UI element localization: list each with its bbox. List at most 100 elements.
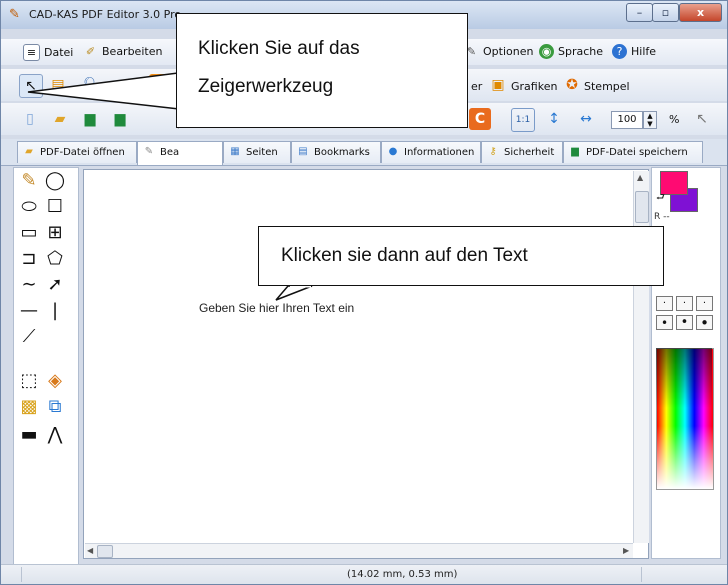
spectrum-shade	[656, 348, 712, 408]
tab-sicherheit[interactable]: ⚷ Sicherheit	[481, 141, 563, 163]
curve-tool[interactable]: ∼	[18, 274, 40, 296]
vline-tool[interactable]: |	[44, 300, 66, 322]
pencil-icon: ✎	[21, 170, 37, 191]
cursor-button[interactable]: ↖	[691, 108, 713, 130]
diagonal-line-icon: ⟋	[22, 326, 36, 347]
refresh-icon: C	[474, 111, 486, 127]
page-icon: ▤	[51, 77, 65, 93]
vertical-scroll-thumb[interactable]	[635, 191, 649, 223]
stempel-button-icon[interactable]: ✪	[561, 74, 583, 96]
menu-optionen-label: Optionen	[483, 45, 534, 58]
close-button[interactable]: x	[679, 3, 722, 22]
pattern-icon: ▩	[20, 396, 38, 417]
ordner-label[interactable]: er	[471, 80, 482, 93]
instruction-callout-2: Klicken sie dann auf den Text	[258, 226, 664, 286]
dot-size-5[interactable]: •	[676, 315, 693, 330]
instruction-callout-1: Klicken Sie auf das Zeigerwerkzeug	[176, 13, 468, 128]
maximize-button[interactable]: ▫	[652, 3, 679, 22]
ellipse-icon: ⬭	[21, 196, 37, 217]
polygon-icon: ⬠	[47, 248, 63, 269]
ellipse-tool[interactable]: ⬭	[18, 196, 40, 218]
zoom-input[interactable]: 100	[611, 111, 643, 129]
pencil-tool[interactable]: ✎	[18, 170, 40, 192]
tab-informationen[interactable]: ● Informationen	[381, 141, 481, 163]
scroll-up-icon[interactable]: ▲	[637, 173, 643, 182]
status-divider	[641, 567, 642, 582]
angle-tool[interactable]: ⋀	[44, 424, 66, 446]
rounded-rect-tool[interactable]: ▭	[18, 222, 40, 244]
dot-size-1[interactable]: ·	[656, 296, 673, 311]
menu-hilfe[interactable]: ? Hilfe	[612, 44, 656, 60]
minimize-button[interactable]: –	[626, 3, 653, 22]
swap-colors-icon[interactable]: ⮐	[656, 190, 665, 207]
actual-size-button[interactable]: 1:1	[511, 108, 535, 132]
dot-size-6[interactable]: •	[696, 315, 713, 331]
key-icon: ⚷	[489, 146, 497, 157]
tab-bearbeiten[interactable]: ✎ Bea	[137, 141, 223, 165]
tab-seiten[interactable]: ▦ Seiten	[223, 141, 291, 163]
fill-tool[interactable]: ◈	[44, 370, 66, 392]
menu-hilfe-label: Hilfe	[631, 45, 657, 58]
save-icon: ▆	[84, 111, 96, 127]
thick-line-icon: ▬	[20, 424, 38, 445]
zoom-stepper[interactable]: ▲ ▼	[643, 111, 657, 129]
stamp-icon: ✪	[566, 77, 578, 93]
dot-size-3[interactable]: ·	[696, 296, 713, 311]
rectangle-icon: ☐	[46, 196, 64, 217]
save-button[interactable]: ▆	[79, 108, 101, 130]
horizontal-scrollbar[interactable]: ◀ ▶	[85, 543, 633, 558]
dot-size-2[interactable]: ·	[676, 296, 693, 311]
refresh-button[interactable]: C	[469, 108, 491, 130]
tab-bookmarks[interactable]: ▤ Bookmarks	[291, 141, 381, 163]
rectangle-tool[interactable]: ☐	[44, 196, 66, 218]
scroll-left-icon[interactable]: ◀	[87, 546, 93, 555]
table-tool[interactable]: ⊞	[44, 222, 66, 244]
transform-tool[interactable]: ⧉	[44, 396, 66, 418]
hand-icon: ✋︎	[122, 77, 130, 93]
text-tool-button[interactable]: A	[149, 74, 171, 96]
select-tool[interactable]: ⬚	[18, 370, 40, 392]
help-icon: ?	[612, 44, 627, 59]
pointer-tool-button[interactable]: ↖	[19, 74, 43, 98]
rounded-rectangle-icon: ▭	[20, 222, 38, 243]
save-as-icon: ▆	[114, 111, 126, 127]
tab-pdf-speichern[interactable]: ▆ PDF-Datei speichern	[563, 141, 703, 163]
new-button[interactable]: ▯	[19, 108, 41, 130]
menu-optionen[interactable]: ✎ Optionen	[464, 44, 534, 60]
polygon-tool[interactable]: ⬠	[44, 248, 66, 270]
line-tool[interactable]: ⟋	[18, 326, 40, 348]
vertical-line-icon: |	[51, 300, 59, 321]
zoom-tool-button[interactable]: 🔍︎	[81, 74, 103, 96]
stempel-label[interactable]: Stempel	[584, 80, 630, 93]
globe-icon: ◉	[539, 44, 554, 59]
scroll-right-icon[interactable]: ▶	[623, 546, 629, 555]
image-icon: ▣	[491, 77, 505, 93]
brush-icon: ✐	[85, 45, 96, 58]
actual-size-label: 1:1	[515, 115, 531, 125]
circle-tool[interactable]: ◯	[44, 170, 66, 192]
horizontal-scroll-thumb[interactable]	[97, 545, 113, 558]
arrow-tool[interactable]: ➚	[44, 274, 66, 296]
pattern-tool[interactable]: ▩	[18, 396, 40, 418]
fit-width-icon: ↔	[580, 111, 592, 127]
bookmark-icon: ▤	[298, 146, 308, 157]
menu-datei[interactable]: ≡ Datei	[23, 44, 73, 61]
fit-height-button[interactable]: ↕	[543, 108, 565, 130]
hand-tool-button[interactable]: ✋︎	[115, 74, 137, 96]
save-as-button[interactable]: ▆	[109, 108, 131, 130]
page-tool-button[interactable]: ▤	[47, 74, 69, 96]
dot-size-4[interactable]: •	[656, 315, 673, 330]
menu-bearbeiten[interactable]: ✐ Bearbeiten	[83, 44, 163, 60]
window-title: CAD-KAS PDF Editor 3.0 Pro	[29, 8, 182, 21]
grafiken-label[interactable]: Grafiken	[511, 80, 557, 93]
polyline-tool[interactable]: ⊐	[18, 248, 40, 270]
fit-width-button[interactable]: ↔	[575, 108, 597, 130]
grafiken-button-icon[interactable]: ▣	[487, 74, 509, 96]
tab-pdf-oeffnen[interactable]: ▰ PDF-Datei öffnen	[17, 141, 137, 163]
open-button[interactable]: ▰	[49, 108, 71, 130]
menu-sprache[interactable]: ◉ Sprache	[539, 44, 603, 60]
thick-line-tool[interactable]: ▬	[18, 424, 40, 446]
canvas-text-object[interactable]: Geben Sie hier Ihren Text ein	[199, 301, 354, 315]
cursor-coordinates: (14.02 mm, 0.53 mm)	[347, 569, 458, 580]
hline-tool[interactable]: —	[18, 300, 40, 322]
